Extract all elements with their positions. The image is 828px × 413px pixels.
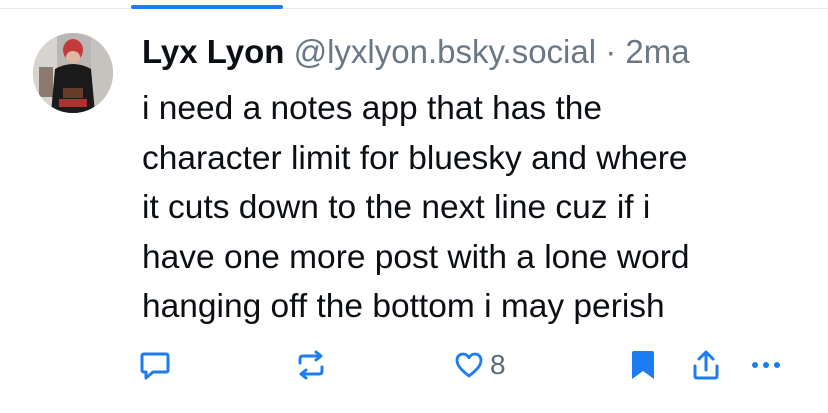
repost-button[interactable] bbox=[294, 340, 328, 390]
avatar[interactable] bbox=[33, 33, 113, 113]
author-handle[interactable]: @lyxlyon.bsky.social bbox=[294, 33, 596, 70]
reply-button[interactable] bbox=[138, 340, 172, 390]
more-options-button[interactable] bbox=[749, 340, 783, 390]
avatar-image bbox=[33, 33, 113, 113]
post-header: Lyx Lyon @lyxlyon.bsky.social · 2ma bbox=[142, 30, 808, 74]
reply-bubble-icon bbox=[138, 348, 172, 382]
top-divider bbox=[0, 8, 828, 9]
more-icon bbox=[749, 355, 783, 375]
author-display-name[interactable]: Lyx Lyon bbox=[142, 33, 284, 70]
share-button[interactable] bbox=[690, 340, 722, 390]
heart-icon bbox=[454, 350, 484, 380]
repost-icon bbox=[294, 348, 328, 382]
post-actions-bar: 8 bbox=[0, 340, 828, 392]
bookmark-button[interactable] bbox=[628, 340, 658, 390]
active-tab-indicator bbox=[131, 5, 283, 9]
header-separator: · bbox=[605, 33, 617, 70]
post-timestamp[interactable]: 2ma bbox=[625, 33, 689, 70]
post-text: i need a notes app that has the characte… bbox=[142, 90, 690, 325]
bookmark-icon bbox=[628, 348, 658, 382]
share-icon bbox=[690, 348, 722, 382]
like-count: 8 bbox=[490, 349, 506, 380]
like-button[interactable]: 8 bbox=[454, 340, 506, 390]
